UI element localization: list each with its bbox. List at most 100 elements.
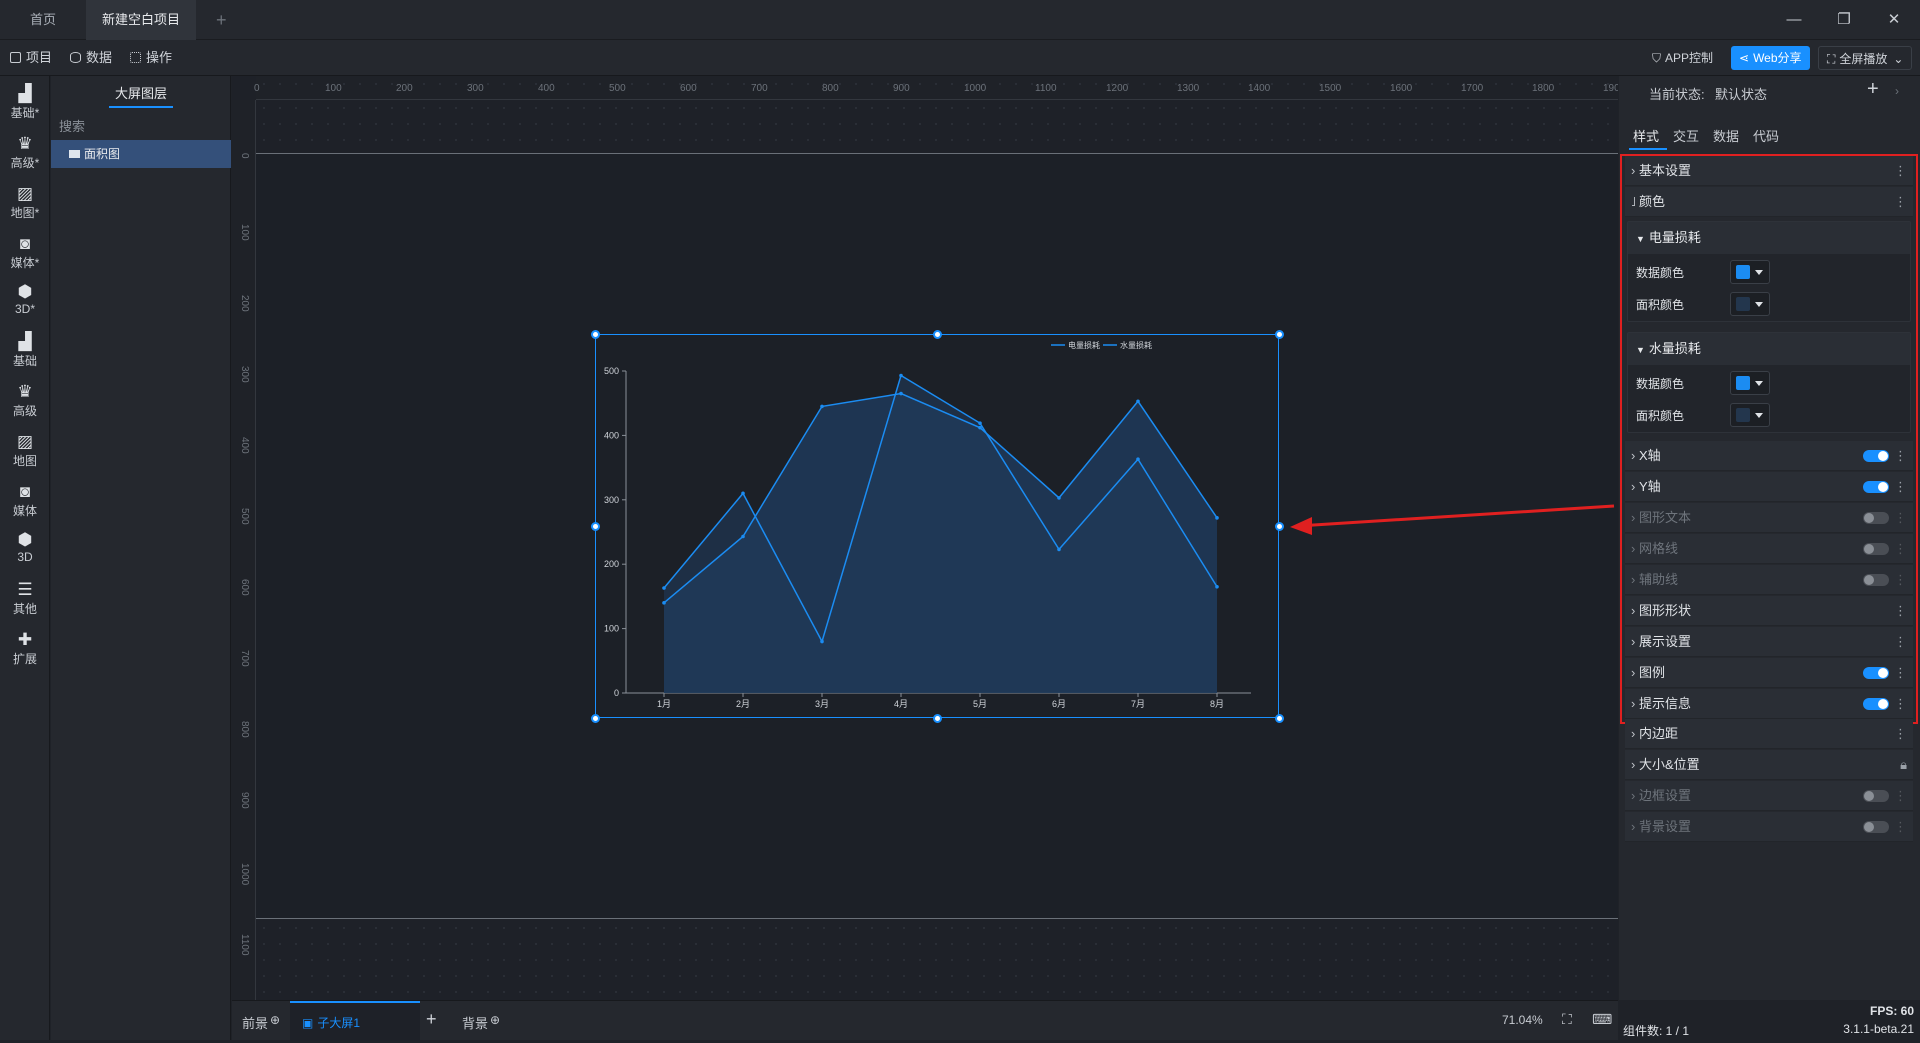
section-guide-lines[interactable]: › 辅助线 ⋮: [1625, 565, 1913, 595]
tooltip-toggle[interactable]: [1863, 698, 1889, 710]
more-icon[interactable]: ⋮: [1894, 441, 1907, 471]
section-display-settings[interactable]: › 展示设置 ⋮: [1625, 627, 1913, 657]
data-color-picker[interactable]: [1730, 260, 1770, 284]
category-11[interactable]: ✚ 扩展: [0, 630, 50, 667]
category-7[interactable]: ▨ 地图: [0, 432, 50, 469]
grid-toggle[interactable]: [1863, 543, 1889, 555]
subscreen-tab[interactable]: ▣ 子大屏1: [290, 1001, 420, 1041]
category-5[interactable]: ▟ 基础: [0, 332, 50, 369]
add-subscreen-button[interactable]: +: [426, 1009, 437, 1030]
data-color-picker[interactable]: [1730, 371, 1770, 395]
add-circle-icon[interactable]: ⊕: [270, 1013, 280, 1027]
resize-handle[interactable]: [1275, 330, 1284, 339]
area-color-picker[interactable]: [1730, 403, 1770, 427]
close-button[interactable]: ✕: [1880, 8, 1908, 32]
section-background-settings[interactable]: › 背景设置 ⋮: [1625, 812, 1913, 842]
category-9[interactable]: ⬢ 3D: [0, 530, 50, 564]
section-basic-settings[interactable]: › 基本设置 ⋮: [1625, 156, 1913, 186]
series-1-header[interactable]: ▼ 电量损耗: [1628, 222, 1910, 254]
section-x-axis[interactable]: › X轴 ⋮: [1625, 441, 1913, 471]
resize-handle[interactable]: [1275, 522, 1284, 531]
resize-handle[interactable]: [1275, 714, 1284, 723]
category-0[interactable]: ▟ 基础*: [0, 84, 50, 121]
category-3[interactable]: ◙ 媒体*: [0, 234, 50, 271]
resize-handle[interactable]: [591, 714, 600, 723]
category-1[interactable]: ♛ 高级*: [0, 134, 50, 171]
more-icon[interactable]: ⋮: [1894, 781, 1907, 811]
section-tooltip[interactable]: › 提示信息 ⋮: [1625, 689, 1913, 719]
canvas-area[interactable]: 0 100 200 300 400 500 600 700 800 900 1000 1100 1200…: [232, 76, 1618, 1000]
background-toggle[interactable]: [1863, 821, 1889, 833]
category-4[interactable]: ⬢ 3D*: [0, 282, 50, 316]
tab-home[interactable]: 首页: [14, 0, 72, 40]
lock-icon[interactable]: 🔒︎: [1900, 750, 1907, 780]
section-graph-shape[interactable]: › 图形形状 ⋮: [1625, 596, 1913, 626]
tab-project[interactable]: 新建空白项目: [86, 0, 196, 65]
web-share-button[interactable]: ⋖ Web分享: [1731, 46, 1810, 70]
more-icon[interactable]: ⋮: [1894, 503, 1907, 533]
tab-interaction[interactable]: 交互: [1673, 126, 1699, 145]
layer-search-input[interactable]: 搜索: [59, 116, 223, 138]
menu-project[interactable]: 项目: [10, 40, 52, 76]
layer-tab[interactable]: 大屏图层: [51, 76, 231, 112]
border-toggle[interactable]: [1863, 790, 1889, 802]
resize-handle[interactable]: [933, 330, 942, 339]
more-icon[interactable]: ⋮: [1894, 565, 1907, 595]
database-icon: [70, 52, 81, 63]
more-icon[interactable]: ⋮: [1894, 156, 1907, 186]
category-6[interactable]: ♛ 高级: [0, 382, 50, 419]
add-tab-button[interactable]: +: [200, 0, 243, 40]
minimize-button[interactable]: —: [1780, 8, 1808, 32]
state-value[interactable]: 默认状态: [1715, 84, 1767, 103]
app-control-button[interactable]: ⛉ APP控制: [1644, 46, 1721, 70]
section-legend[interactable]: › 图例 ⋮: [1625, 658, 1913, 688]
keyboard-icon[interactable]: ⌨: [1592, 1011, 1612, 1028]
y-axis-toggle[interactable]: [1863, 481, 1889, 493]
layer-item[interactable]: 面积图: [51, 140, 231, 168]
resize-handle[interactable]: [591, 522, 600, 531]
tab-style[interactable]: 样式: [1633, 126, 1659, 145]
x-axis-toggle[interactable]: [1863, 450, 1889, 462]
category-8[interactable]: ◙ 媒体: [0, 482, 50, 519]
tab-data[interactable]: 数据: [1713, 126, 1739, 145]
more-icon[interactable]: ⋮: [1894, 534, 1907, 564]
menu-data[interactable]: 数据: [70, 40, 112, 76]
background-tab[interactable]: 背景 ⊕: [462, 1013, 500, 1032]
chevron-right-icon[interactable]: ›: [1895, 84, 1899, 98]
section-padding[interactable]: › 内边距 ⋮: [1625, 719, 1913, 749]
legend-toggle[interactable]: [1863, 667, 1889, 679]
app-control-label: APP控制: [1665, 51, 1714, 65]
menu-operate[interactable]: 操作: [130, 40, 172, 76]
restore-button[interactable]: ❐: [1830, 8, 1858, 32]
resize-handle[interactable]: [591, 330, 600, 339]
add-state-button[interactable]: +: [1867, 78, 1879, 101]
section-grid-lines[interactable]: › 网格线 ⋮: [1625, 534, 1913, 564]
more-icon[interactable]: ⋮: [1894, 658, 1907, 688]
series-1-color-group: ▼ 电量损耗 数据颜色 面积颜色: [1627, 221, 1911, 322]
section-size-position[interactable]: › 大小&位置 🔒︎: [1625, 750, 1913, 780]
zoom-level[interactable]: 71.04%: [1502, 1013, 1543, 1027]
more-icon[interactable]: ⋮: [1894, 187, 1907, 217]
more-icon[interactable]: ⋮: [1894, 472, 1907, 502]
category-10[interactable]: ☰ 其他: [0, 580, 50, 617]
more-icon[interactable]: ⋮: [1894, 689, 1907, 719]
fullscreen-button[interactable]: ⛶ 全屏播放 ⌄: [1818, 46, 1913, 70]
more-icon[interactable]: ⋮: [1894, 596, 1907, 626]
more-icon[interactable]: ⋮: [1894, 627, 1907, 657]
section-border-settings[interactable]: › 边框设置 ⋮: [1625, 781, 1913, 811]
section-color[interactable]: ˩ 颜色 ⋮: [1625, 187, 1913, 217]
fit-screen-icon[interactable]: ⛶: [1562, 1011, 1572, 1028]
guide-toggle[interactable]: [1863, 574, 1889, 586]
graph-text-toggle[interactable]: [1863, 512, 1889, 524]
more-icon[interactable]: ⋮: [1894, 812, 1907, 842]
section-graph-text[interactable]: › 图形文本 ⋮: [1625, 503, 1913, 533]
resize-handle[interactable]: [933, 714, 942, 723]
foreground-tab[interactable]: 前景 ⊕: [242, 1013, 280, 1032]
category-2[interactable]: ▨ 地图*: [0, 184, 50, 221]
more-icon[interactable]: ⋮: [1894, 719, 1907, 749]
series-2-header[interactable]: ▼ 水量损耗: [1628, 333, 1910, 365]
section-y-axis[interactable]: › Y轴 ⋮: [1625, 472, 1913, 502]
area-color-picker[interactable]: [1730, 292, 1770, 316]
tab-code[interactable]: 代码: [1753, 126, 1779, 145]
add-circle-icon[interactable]: ⊕: [490, 1013, 500, 1027]
